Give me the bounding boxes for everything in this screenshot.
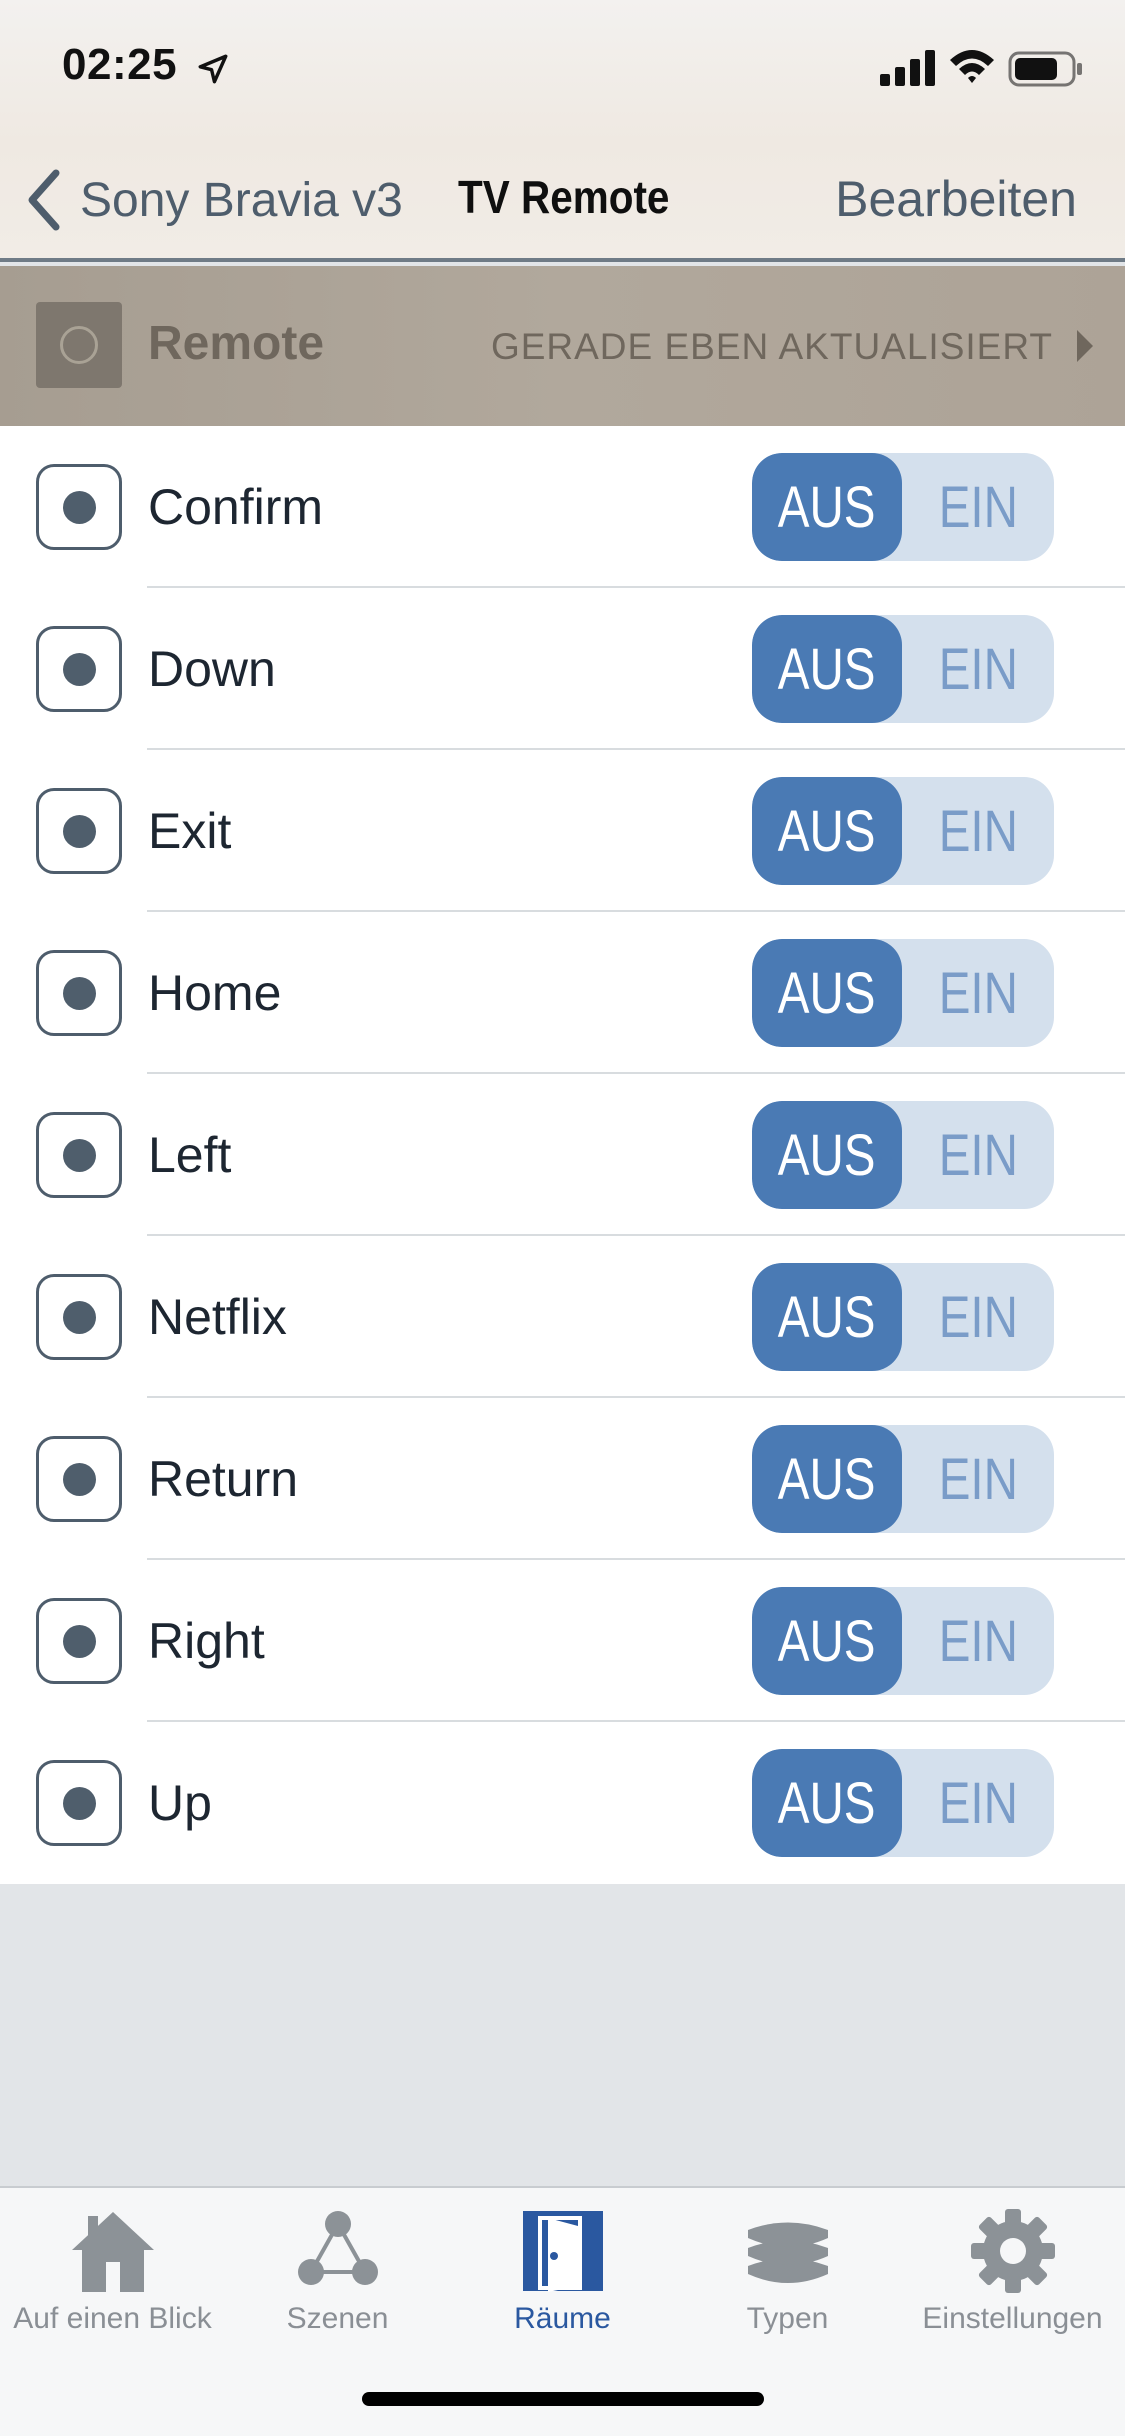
tab-label: Szenen [286, 2302, 389, 2335]
list-item: Home AUS EIN [0, 912, 1125, 1074]
list-item-label: Return [148, 1451, 299, 1507]
circle-icon [60, 326, 98, 364]
list-item-label: Up [148, 1775, 212, 1831]
toggle-on-option[interactable]: EIN [902, 1749, 1054, 1857]
tab-label: Einstellungen [922, 2302, 1103, 2335]
back-button-label: Sony Bravia v3 [80, 173, 403, 227]
on-off-toggle[interactable]: AUS EIN [752, 939, 1054, 1047]
chevron-left-icon [28, 169, 60, 231]
button-device-icon [36, 950, 122, 1036]
list-item: Return AUS EIN [0, 1398, 1125, 1560]
toggle-off-option[interactable]: AUS [752, 1587, 902, 1695]
scenes-icon [297, 2211, 378, 2285]
tab-szenen[interactable]: Szenen [225, 2206, 450, 2376]
list-item-label: Down [148, 641, 276, 697]
tab-label: Auf einen Blick [13, 2302, 212, 2335]
house-icon [71, 2212, 154, 2292]
on-off-toggle[interactable]: AUS EIN [752, 1101, 1054, 1209]
section-status[interactable]: GERADE EBEN AKTUALISIERT [491, 326, 1053, 368]
button-device-icon [36, 1274, 122, 1360]
on-off-toggle[interactable]: AUS EIN [752, 615, 1054, 723]
toggle-off-option[interactable]: AUS [752, 615, 902, 723]
button-device-icon [36, 1760, 122, 1846]
toggle-on-option[interactable]: EIN [902, 777, 1054, 885]
tab-auf-einen-blick[interactable]: Auf einen Blick [0, 2206, 225, 2376]
on-off-toggle[interactable]: AUS EIN [752, 1425, 1054, 1533]
on-off-toggle[interactable]: AUS EIN [752, 1749, 1054, 1857]
remote-button-list: Confirm AUS EIN Down AUS EIN Exit AUS EI… [0, 426, 1125, 1884]
list-item-label: Exit [148, 803, 232, 859]
list-item-label: Home [148, 965, 282, 1021]
on-off-toggle[interactable]: AUS EIN [752, 453, 1054, 561]
toggle-on-option[interactable]: EIN [902, 453, 1054, 561]
location-arrow-icon [198, 54, 228, 84]
list-item: Confirm AUS EIN [0, 426, 1125, 588]
list-item-label: Confirm [148, 479, 324, 535]
tab-label: Räume [514, 2302, 611, 2335]
list-item: Left AUS EIN [0, 1074, 1125, 1236]
on-off-toggle[interactable]: AUS EIN [752, 1587, 1054, 1695]
toggle-off-option[interactable]: AUS [752, 1425, 902, 1533]
button-device-icon [36, 788, 122, 874]
top-header: 02:25 Sony Bravia v3 TV Remote Bearbeite… [0, 0, 1125, 262]
toggle-on-option[interactable]: EIN [902, 1587, 1054, 1695]
home-indicator[interactable] [362, 2392, 764, 2406]
toggle-off-option[interactable]: AUS [752, 1263, 902, 1371]
button-device-icon [36, 464, 122, 550]
toggle-on-option[interactable]: EIN [902, 1101, 1054, 1209]
status-time: 02:25 [62, 40, 178, 89]
tab-label: Typen [746, 2302, 829, 2335]
button-device-icon [36, 1436, 122, 1522]
button-device-icon [36, 626, 122, 712]
list-item: Exit AUS EIN [0, 750, 1125, 912]
gear-icon [970, 2209, 1055, 2293]
tab-raeume[interactable]: Räume [450, 2206, 675, 2376]
page-title: TV Remote [458, 171, 670, 223]
door-icon [522, 2211, 603, 2292]
list-item: Down AUS EIN [0, 588, 1125, 750]
toggle-off-option[interactable]: AUS [752, 453, 902, 561]
tab-typen[interactable]: Typen [675, 2206, 900, 2376]
list-item: Netflix AUS EIN [0, 1236, 1125, 1398]
cellular-signal-icon [880, 50, 935, 86]
toggle-off-option[interactable]: AUS [752, 939, 902, 1047]
layers-icon [747, 2222, 828, 2283]
on-off-toggle[interactable]: AUS EIN [752, 1263, 1054, 1371]
back-button[interactable]: Sony Bravia v3 [22, 160, 403, 240]
toggle-off-option[interactable]: AUS [752, 1101, 902, 1209]
list-item: Right AUS EIN [0, 1560, 1125, 1722]
tab-einstellungen[interactable]: Einstellungen [900, 2206, 1125, 2376]
button-device-icon [36, 1112, 122, 1198]
toggle-on-option[interactable]: EIN [902, 615, 1054, 723]
toggle-on-option[interactable]: EIN [902, 939, 1054, 1047]
battery-icon [1008, 51, 1082, 87]
edit-button[interactable]: Bearbeiten [835, 170, 1077, 228]
button-device-icon [36, 1598, 122, 1684]
list-item: Up AUS EIN [0, 1722, 1125, 1884]
wifi-icon [950, 50, 994, 83]
list-item-label: Netflix [148, 1289, 287, 1345]
section-icon [36, 302, 122, 388]
list-item-label: Right [148, 1613, 265, 1669]
toggle-on-option[interactable]: EIN [902, 1263, 1054, 1371]
section-title: Remote [148, 317, 325, 370]
toggle-off-option[interactable]: AUS [752, 777, 902, 885]
toggle-off-option[interactable]: AUS [752, 1749, 902, 1857]
list-item-label: Left [148, 1127, 232, 1183]
toggle-on-option[interactable]: EIN [902, 1425, 1054, 1533]
on-off-toggle[interactable]: AUS EIN [752, 777, 1054, 885]
section-header[interactable]: Remote GERADE EBEN AKTUALISIERT [0, 266, 1125, 426]
chevron-right-icon [1077, 330, 1093, 362]
